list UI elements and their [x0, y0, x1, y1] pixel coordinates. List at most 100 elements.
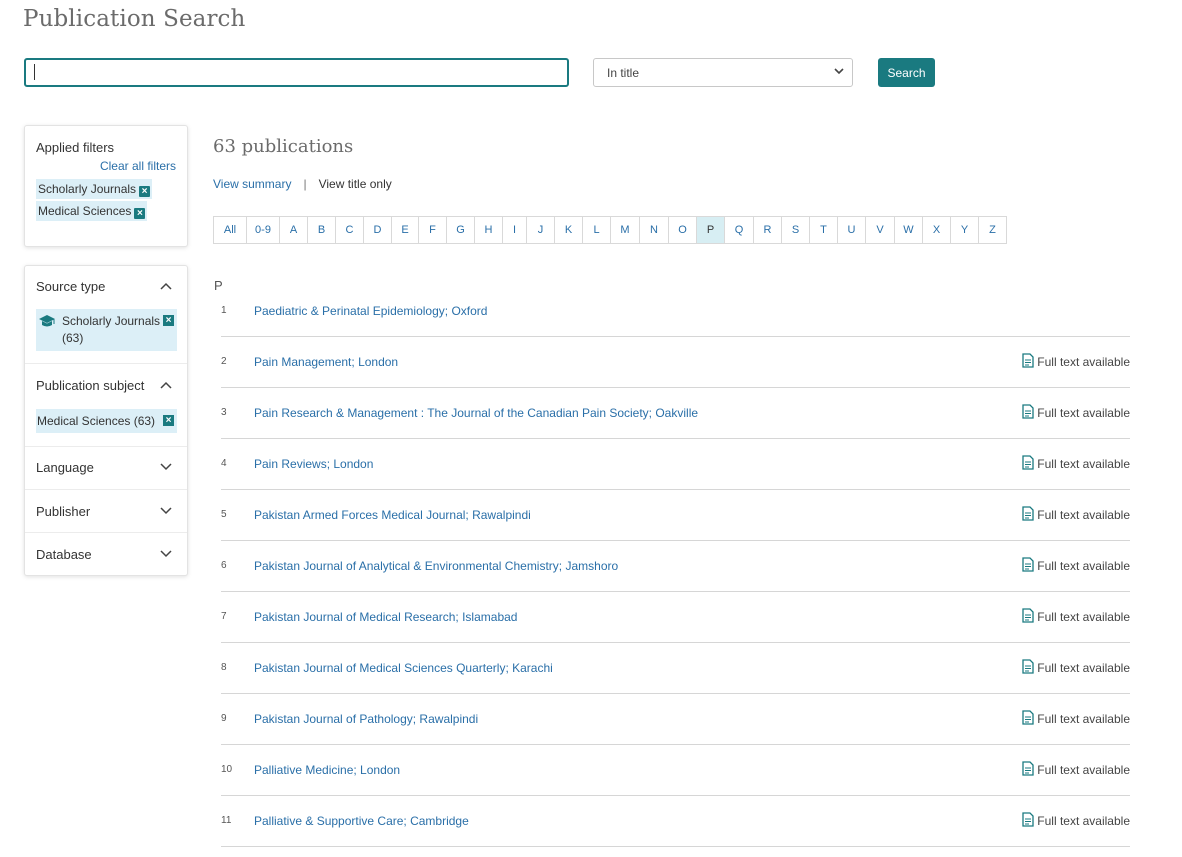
document-icon [1022, 353, 1034, 368]
publication-title-link[interactable]: Pakistan Journal of Medical Sciences Qua… [254, 661, 553, 675]
facet-publication-subject-header[interactable]: Publication subject [36, 378, 144, 393]
document-icon [1022, 812, 1034, 827]
result-number: 2 [221, 356, 227, 367]
clear-all-filters-link[interactable]: Clear all filters [100, 159, 176, 173]
divider [25, 489, 187, 490]
full-text-indicator[interactable]: Full text available [1022, 455, 1130, 471]
alphabet-letter[interactable]: R [754, 217, 782, 243]
chevron-down-icon[interactable] [160, 550, 172, 558]
alphabet-letter[interactable]: V [866, 217, 895, 243]
search-input[interactable] [24, 58, 569, 87]
result-list: 1 Paediatric & Perinatal Epidemiology; Ox… [221, 286, 1130, 847]
full-text-label: Full text available [1037, 712, 1130, 726]
document-icon [1022, 455, 1034, 470]
alphabet-letter[interactable]: X [923, 217, 951, 243]
alphabet-letter[interactable]: B [308, 217, 336, 243]
full-text-indicator[interactable]: Full text available [1022, 353, 1130, 369]
facet-source-type-header[interactable]: Source type [36, 279, 105, 294]
facet-publisher-header[interactable]: Publisher [36, 504, 90, 519]
chevron-up-icon[interactable] [160, 282, 172, 290]
publication-title-link[interactable]: Pakistan Journal of Medical Research; Is… [254, 610, 517, 624]
full-text-label: Full text available [1037, 355, 1130, 369]
alphabet-letter[interactable]: O [669, 217, 697, 243]
alphabet-letter[interactable]: F [419, 217, 447, 243]
full-text-indicator[interactable]: Full text available [1022, 404, 1130, 420]
alphabet-letter[interactable]: A [280, 217, 308, 243]
divider [25, 363, 187, 364]
chevron-down-icon[interactable] [160, 463, 172, 471]
alphabet-letter[interactable]: L [583, 217, 611, 243]
alphabet-letter[interactable]: P [697, 217, 725, 243]
full-text-label: Full text available [1037, 457, 1130, 471]
result-row: 10 Palliative Medicine; London Full text a… [221, 745, 1130, 796]
result-row: 3 Pain Research & Management : The Journa… [221, 388, 1130, 439]
divider [25, 532, 187, 533]
alphabet-letter[interactable]: Q [725, 217, 754, 243]
alphabet-letter[interactable]: D [364, 217, 392, 243]
alphabet-letter[interactable]: Y [951, 217, 979, 243]
publication-title-link[interactable]: Pakistan Journal of Analytical & Environ… [254, 559, 618, 573]
alphabet-letter[interactable]: T [810, 217, 838, 243]
facet-chip-scholarly-journals[interactable]: Scholarly Journals (63) × [36, 309, 177, 351]
remove-filter-icon[interactable]: × [134, 208, 146, 219]
alphabet-letter[interactable]: C [336, 217, 364, 243]
publication-title-link[interactable]: Palliative Medicine; London [254, 763, 400, 777]
full-text-indicator[interactable]: Full text available [1022, 761, 1130, 777]
alphabet-letter[interactable]: W [895, 217, 923, 243]
chevron-down-icon[interactable] [160, 507, 172, 515]
publication-title-link[interactable]: Pain Reviews; London [254, 457, 373, 471]
publication-title-link[interactable]: Pakistan Journal of Pathology; Rawalpind… [254, 712, 478, 726]
publication-title-link[interactable]: Palliative & Supportive Care; Cambridge [254, 814, 469, 828]
full-text-indicator[interactable]: Full text available [1022, 710, 1130, 726]
publication-title-link[interactable]: Paediatric & Perinatal Epidemiology; Oxf… [254, 304, 487, 318]
result-number: 4 [221, 458, 227, 469]
result-number: 11 [221, 815, 232, 826]
alphabet-letter[interactable]: N [640, 217, 669, 243]
full-text-indicator[interactable]: Full text available [1022, 659, 1130, 675]
facet-language-header[interactable]: Language [36, 460, 94, 475]
document-icon [1022, 608, 1034, 623]
publication-title-link[interactable]: Pain Management; London [254, 355, 398, 369]
alphabet-letter[interactable]: J [527, 217, 555, 243]
alphabet-letter[interactable]: S [782, 217, 810, 243]
alphabet-letter[interactable]: G [447, 217, 475, 243]
facet-chip-medical-sciences[interactable]: Medical Sciences (63) × [36, 409, 177, 433]
publication-title-link[interactable]: Pain Research & Management : The Journal… [254, 406, 698, 420]
remove-filter-icon[interactable]: × [163, 315, 174, 326]
alphabet-letter[interactable]: 0-9 [247, 217, 280, 243]
result-row: 4 Pain Reviews; London Full text available [221, 439, 1130, 490]
alphabet-letter[interactable]: U [838, 217, 866, 243]
alphabet-letter[interactable]: All [214, 217, 247, 243]
result-row: 2 Pain Management; London Full text availa… [221, 337, 1130, 388]
full-text-indicator[interactable]: Full text available [1022, 812, 1130, 828]
alphabet-letter[interactable]: M [611, 217, 640, 243]
view-title-only-link[interactable]: View title only [319, 177, 392, 191]
publication-title-link[interactable]: Pakistan Armed Forces Medical Journal; R… [254, 508, 531, 522]
result-number: 7 [221, 611, 227, 622]
facet-database-header[interactable]: Database [36, 547, 92, 562]
search-button[interactable]: Search [878, 58, 935, 87]
search-scope-select[interactable]: In title [593, 58, 853, 87]
alphabet-letter[interactable]: Z [979, 217, 1006, 243]
alphabet-letter[interactable]: K [555, 217, 583, 243]
alphabet-letter[interactable]: E [392, 217, 419, 243]
facets-panel: Source type Scholarly Journals (63) × Pu… [24, 265, 188, 576]
full-text-indicator[interactable]: Full text available [1022, 557, 1130, 573]
results-count: 63 publications [213, 136, 354, 157]
result-row: 8 Pakistan Journal of Medical Sciences Qu… [221, 643, 1130, 694]
result-number: 5 [221, 509, 227, 520]
alphabet-letter[interactable]: I [503, 217, 527, 243]
full-text-label: Full text available [1037, 406, 1130, 420]
full-text-indicator[interactable]: Full text available [1022, 506, 1130, 522]
text-caret [34, 64, 35, 80]
full-text-indicator[interactable]: Full text available [1022, 608, 1130, 624]
graduation-cap-icon [39, 315, 55, 327]
alphabet-letter[interactable]: H [475, 217, 503, 243]
remove-filter-icon[interactable]: × [163, 415, 174, 426]
result-number: 10 [221, 764, 233, 775]
document-icon [1022, 761, 1034, 776]
view-summary-link[interactable]: View summary [213, 177, 291, 191]
chevron-up-icon[interactable] [160, 381, 172, 389]
remove-filter-icon[interactable]: × [139, 186, 151, 197]
applied-filter-chip: Scholarly Journals × [36, 179, 153, 199]
